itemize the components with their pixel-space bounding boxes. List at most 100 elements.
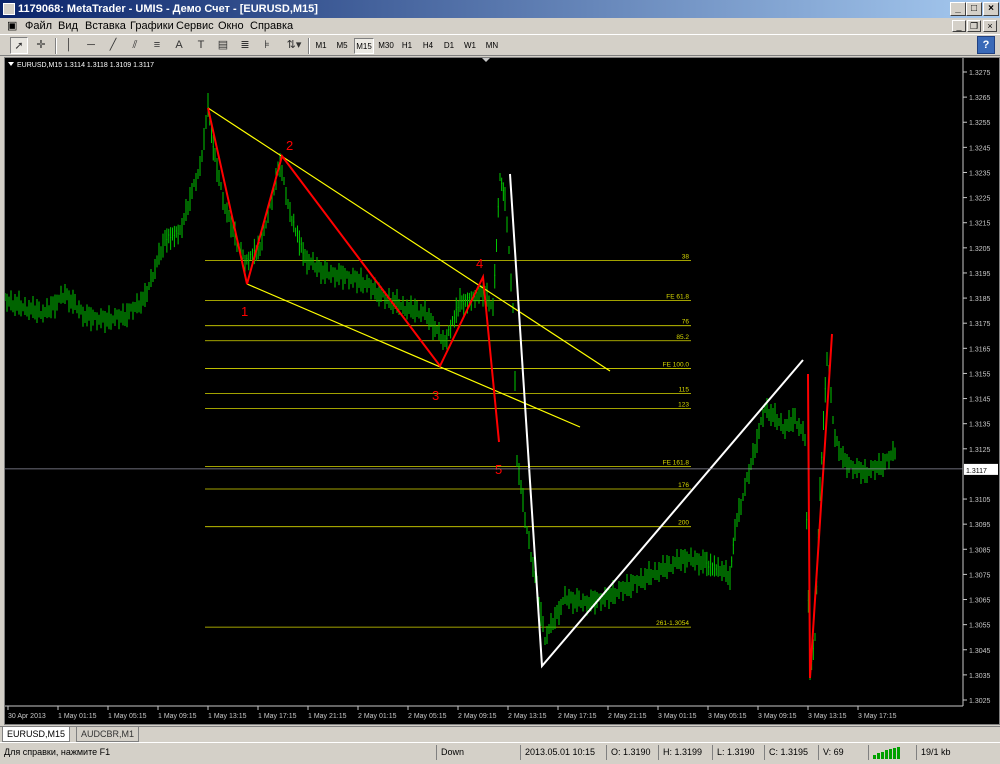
connection-bars-icon [868, 745, 916, 760]
wave-label-4: 4 [476, 256, 483, 271]
time-tick-label: 3 May 05:15 [708, 713, 747, 720]
chart-info-label: EURUSD,M15 1.3114 1.3118 1.3109 1.3117 [17, 62, 154, 69]
wave-label-1: 1 [241, 304, 248, 319]
vertical-line-icon[interactable]: │ [60, 37, 78, 54]
price-tick-label: 1.3265 [969, 95, 991, 102]
wave-line-right [807, 333, 833, 679]
app-icon [3, 3, 15, 15]
channel-upper-line [207, 107, 611, 372]
price-tick-label: 1.3085 [969, 547, 991, 554]
timeframe-m30[interactable]: M30 [376, 38, 396, 54]
menu-window[interactable]: Окно [215, 19, 247, 33]
toolbar-separator [308, 38, 310, 54]
status-high: H: 1.3199 [658, 745, 712, 760]
maximize-button[interactable]: □ [966, 2, 982, 16]
price-chart[interactable]: 1.3275 1.3265 1.3255 1.3245 1.3235 1.3225 1.32… [5, 58, 999, 724]
window-title: 1179068: MetaTrader - UMIS - Демо Счет -… [18, 3, 318, 15]
price-tick-label: 1.3225 [969, 196, 991, 203]
toolbar-separator [55, 38, 57, 54]
mdi-minimize-button[interactable]: _ [952, 20, 966, 32]
status-help: Для справки, нажмите F1 [4, 747, 111, 757]
fibo-level-label: FE 161.8 [663, 459, 690, 466]
price-tick-label: 1.3275 [969, 70, 991, 77]
time-tick-label: 1 May 13:15 [208, 713, 247, 720]
timeframe-m15[interactable]: M15 [354, 38, 374, 54]
price-tick-label: 1.3065 [969, 598, 991, 605]
price-tick-label: 1.3245 [969, 145, 991, 152]
text-label-icon[interactable]: T [192, 37, 210, 54]
price-tick-label: 1.3025 [969, 698, 991, 705]
horizontal-line-icon[interactable]: ─ [82, 37, 100, 54]
price-tick-label: 1.3195 [969, 271, 991, 278]
tab-audcbr-m1[interactable]: AUDCBR,M1 [76, 727, 140, 742]
arrows-dropdown-icon[interactable]: ⇅▾ [282, 37, 306, 54]
time-tick-label: 30 Apr 2013 [8, 713, 46, 720]
zigzag-line [509, 173, 804, 669]
status-close: C: 1.3195 [764, 745, 818, 760]
chart-window[interactable]: 1.3275 1.3265 1.3255 1.3245 1.3235 1.3225 1.32… [4, 57, 1000, 725]
fibo-level-label: 38 [682, 253, 690, 260]
menu-bar: ▣ Файл Вид Вставка Графики Сервис Окно С… [0, 18, 1000, 34]
help-icon[interactable]: ? [977, 36, 995, 54]
status-traffic: 19/1 kb [916, 745, 1000, 760]
tab-eurusd-m15[interactable]: EURUSD,M15 [2, 727, 71, 742]
mdi-close-button[interactable]: × [983, 20, 997, 32]
mdi-restore-button[interactable]: ❐ [967, 20, 981, 32]
fibo-level-label: 115 [679, 387, 690, 394]
fibonacci-expansion-icon[interactable]: ≣ [236, 37, 254, 54]
fibo-level-label: FE 61.8 [666, 294, 689, 301]
fibo-level-label: FE 100.0 [663, 361, 690, 368]
price-tick-label: 1.3145 [969, 397, 991, 404]
equidistant-channel-icon[interactable]: ⫽ [126, 37, 144, 54]
document-icon[interactable]: ▣ [4, 19, 20, 33]
time-tick-label: 1 May 05:15 [108, 713, 147, 720]
fibo-level-label: 200 [678, 520, 689, 527]
toolbar: ➚ ✛ │ ─ ╱ ⫽ ≡ A T ▤ ≣ ⊧ ⇅▾ M1 M5 M15 M30… [0, 34, 1000, 56]
menu-insert[interactable]: Вставка [82, 19, 129, 33]
timeframe-m5[interactable]: M5 [333, 38, 351, 54]
time-tick-label: 3 May 17:15 [858, 713, 897, 720]
trendline-icon[interactable]: ╱ [104, 37, 122, 54]
fibonacci-retracement-icon[interactable]: ≡ [148, 37, 166, 54]
fibo-level-label: 85.2 [676, 334, 689, 341]
menu-tools[interactable]: Сервис [173, 19, 217, 33]
wave-label-3: 3 [432, 388, 439, 403]
menu-help[interactable]: Справка [247, 19, 296, 33]
minimize-button[interactable]: _ [950, 2, 966, 16]
time-tick-label: 1 May 09:15 [158, 713, 197, 720]
crosshair-icon[interactable]: ✛ [32, 37, 50, 54]
status-low: L: 1.3190 [712, 745, 764, 760]
price-tick-label: 1.3215 [969, 221, 991, 228]
fibonacci-fan-icon[interactable]: ⊧ [258, 37, 276, 54]
time-tick-label: 3 May 13:15 [808, 713, 847, 720]
status-datetime: 2013.05.01 10:15 [520, 745, 606, 760]
price-tick-label: 1.3135 [969, 422, 991, 429]
label-icon[interactable]: ▤ [214, 37, 232, 54]
timeframe-h1[interactable]: H1 [398, 38, 416, 54]
menu-view[interactable]: Вид [55, 19, 81, 33]
time-tick-label: 3 May 01:15 [658, 713, 697, 720]
chart-shift-icon [482, 58, 490, 62]
timeframe-mn[interactable]: MN [482, 38, 502, 54]
time-tick-label: 2 May 05:15 [408, 713, 447, 720]
timeframe-m1[interactable]: M1 [312, 38, 330, 54]
status-profile: Down [436, 745, 520, 760]
price-tick-label: 1.3165 [969, 346, 991, 353]
wave-label-2: 2 [286, 138, 293, 153]
fibo-level-label: 176 [678, 482, 689, 489]
time-tick-label: 1 May 01:15 [58, 713, 97, 720]
text-icon[interactable]: A [170, 37, 188, 54]
price-tick-label: 1.3175 [969, 321, 991, 328]
close-button[interactable]: × [983, 2, 999, 16]
timeframe-d1[interactable]: D1 [440, 38, 458, 54]
cursor-icon[interactable]: ➚ [10, 37, 28, 54]
timeframe-h4[interactable]: H4 [419, 38, 437, 54]
menu-file[interactable]: Файл [22, 19, 55, 33]
symbol-dropdown-icon [8, 62, 14, 66]
time-tick-label: 3 May 09:15 [758, 713, 797, 720]
status-bar: Для справки, нажмите F1 Down 2013.05.01 … [0, 742, 1000, 761]
menu-charts[interactable]: Графики [127, 19, 177, 33]
wave-label-5: 5 [495, 462, 502, 477]
time-tick-label: 2 May 13:15 [508, 713, 547, 720]
timeframe-w1[interactable]: W1 [461, 38, 479, 54]
